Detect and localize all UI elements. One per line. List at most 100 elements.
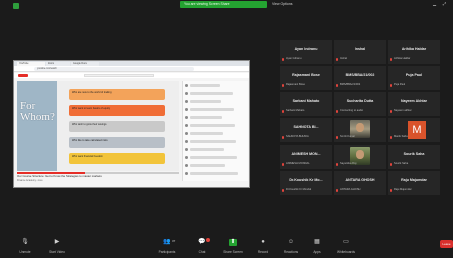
chat-message [190,172,238,175]
mic-button[interactable]: 🎙 Unmute [8,238,42,256]
video-progress-bar[interactable] [17,172,179,174]
participant-tile[interactable]: Dr.Koushik Kr Mo... Dr.Koushik Kr Mondal [280,171,332,195]
view-options-button[interactable]: View Options [272,1,293,8]
participant-tile[interactable]: Sarbani Mahato Sarbani Mahato [280,92,332,116]
participant-name: Sarbani Mahato [292,99,320,103]
chat-message [190,84,220,87]
security-shield-icon[interactable] [13,3,19,9]
muted-mic-icon [390,58,392,61]
participant-tile[interactable]: Raju Majumdar Raju Majumdar [388,171,440,195]
participant-label: Sourik Saha [394,162,409,165]
video-icon: ▶ [54,239,60,245]
muted-mic-icon [390,189,392,192]
muted-mic-icon [336,110,338,113]
participant-tile[interactable]: SAHNOTA BI... SAHNOTA BHUNIA [280,118,332,142]
participant-tile[interactable]: ANIMESH MON... ANIMESH MONDAL [280,145,332,169]
participant-label: Arihika Haldar [394,57,411,60]
participant-name: ANTARA GHOSH [345,178,375,182]
slide-band-text: Who are new to the world of trading [72,91,112,94]
meeting-toolbar: 🎙 Unmute ▶ Start Video 👥 Participants 37 💬 Chat ⬆… [0,236,453,258]
participant-tile[interactable]: Arihika Haldar Arihika Haldar [388,40,440,64]
video-title[interactable]: Our Course Structure: Get to Know the St… [17,175,177,179]
participant-label: Puja Paul [394,83,406,86]
toolbar-label: Participants [158,250,176,254]
participant-name: Inshal [354,47,366,51]
participant-label: BMS/BBA/21/002 [340,83,361,86]
muted-mic-icon [336,84,338,87]
muted-mic-icon [336,136,338,139]
participant-tile[interactable]: Sourik Saha Sourik Saha [388,145,440,169]
toolbar-label: Whiteboards [337,250,355,254]
leave-button[interactable]: Leave [440,240,453,248]
participant-tile[interactable]: BMS/BBA/21/002 BMS/BBA/21/002 [334,66,386,90]
muted-mic-icon [390,110,392,113]
participant-name: Sucharita Dutta [346,99,374,103]
slide-band: Who are new to the world of trading [69,89,165,100]
share-screen-icon: ⬆ [229,239,237,246]
chat-avatar [185,124,188,127]
muted-mic-icon [336,58,338,61]
whiteboard-button[interactable]: ▭ Whiteboards [329,238,363,256]
slide-band: Who wish to grow their savings [69,121,165,132]
slide-band-text: Who want financial freedom [72,155,103,158]
participant-tile[interactable]: ANTARA GHOSH ANTARA GHOSH [334,171,386,195]
participant-label: ANTARA GHOSH [340,188,361,191]
participant-label: Manik Saha [394,135,408,138]
slide-band: Who like to take calculated risks [69,137,165,148]
video-player[interactable]: For Whom? Who are new to the world of tr… [17,81,179,171]
muted-mic-icon [282,110,284,113]
live-chat-panel [182,81,248,181]
participant-tile[interactable]: Smriti Kumar [334,118,386,142]
participant-name: Ayan Indranu [294,47,318,51]
participant-tile[interactable]: Nayeem Akhtar Nayeem akhtar [388,92,440,116]
participant-tile[interactable]: Inshal Inshal [334,40,386,64]
fullscreen-icon[interactable]: ⤢ [442,2,447,6]
youtube-header [14,73,249,78]
url-input[interactable]: youtube.com/watch [34,67,194,71]
chat-avatar [185,148,188,151]
muted-mic-icon [282,84,284,87]
chat-notification-badge [206,238,210,242]
youtube-logo[interactable] [18,74,28,77]
participant-name: Arihika Haldar [401,47,427,51]
participant-tile[interactable]: M Manik Saha [388,118,440,142]
chat-avatar [185,132,188,135]
youtube-search-input[interactable] [84,74,154,77]
chat-message [190,164,225,167]
chat-button[interactable]: 💬 Chat [185,238,219,256]
muted-mic-icon [282,58,284,61]
chat-icon: 💬 [198,239,206,245]
participant-name: Sourik Saha [403,152,425,156]
chat-message [190,116,222,119]
muted-mic-icon [336,163,338,166]
participant-tile[interactable]: Sayantika Roy [334,145,386,169]
participant-label: SAHNOTA BHUNIA [286,135,309,138]
chat-message [190,100,221,103]
reactions-icon: ☺ [287,239,295,245]
share-screen-button[interactable]: ⬆ Share Screen [216,238,250,256]
participant-tile[interactable]: Rajasmani Bose Rajasmani Bose [280,66,332,90]
participants-button[interactable]: 👥 Participants 37 [150,238,184,256]
top-bar: You are viewing Screen Share View Option… [0,0,453,14]
slide-band: Who want financial freedom [69,153,165,164]
participant-face [356,123,364,132]
chat-message [190,124,235,127]
video-button[interactable]: ▶ Start Video [40,238,74,256]
participant-tile[interactable]: Sucharita Dutta Connecting to audio [334,92,386,116]
minimize-icon[interactable]: ▁ [432,2,437,6]
chat-message [190,156,237,159]
participant-label: Sarbani Mahato [286,109,305,112]
toolbar-label: Share Screen [223,250,243,254]
participant-label: ANIMESH MONDAL [286,162,310,165]
chat-avatar [185,84,188,87]
participant-tile[interactable]: Puja Paul Puja Paul [388,66,440,90]
participants-icon: 👥 [163,239,171,245]
participant-label: Dr.Koushik Kr Mondal [286,188,312,191]
whiteboard-icon: ▭ [343,239,349,245]
participant-name: Puja Paul [405,73,423,77]
chat-avatar [185,172,188,175]
participant-tile[interactable]: Ayan Indranu Ayan Indranu [280,40,332,64]
muted-mic-icon [336,189,338,192]
chat-message [190,92,233,95]
zoom-meeting-window: You are viewing Screen Share View Option… [0,0,453,258]
